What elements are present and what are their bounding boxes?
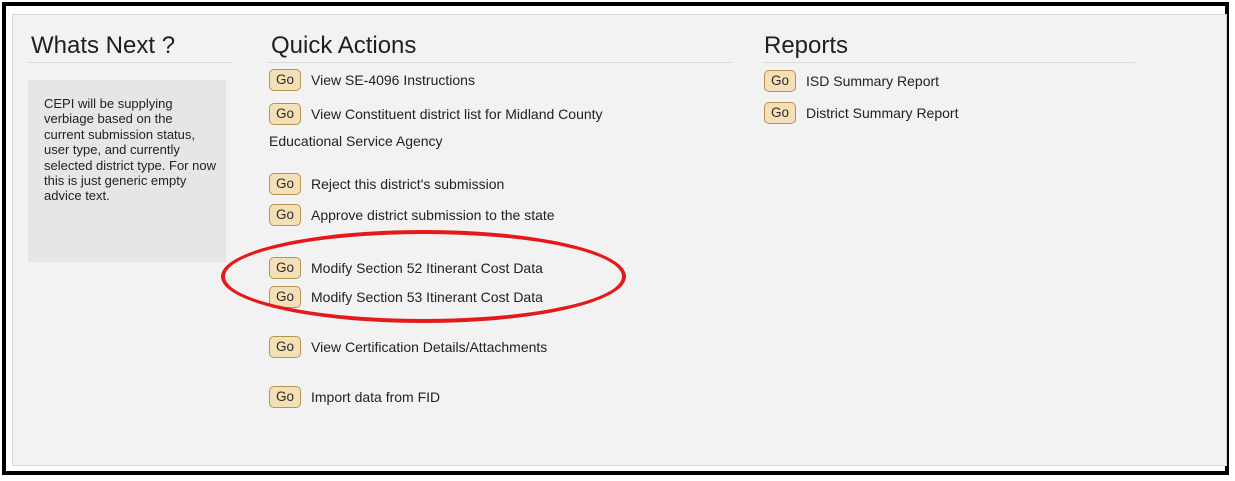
action-label[interactable]: View SE-4096 Instructions <box>311 72 475 88</box>
report-label[interactable]: ISD Summary Report <box>806 73 939 89</box>
go-button[interactable]: Go <box>764 70 796 92</box>
action-modify-section-52: Go Modify Section 52 Itinerant Cost Data <box>269 257 543 279</box>
go-button[interactable]: Go <box>269 204 301 226</box>
action-modify-section-53: Go Modify Section 53 Itinerant Cost Data <box>269 286 543 308</box>
report-isd-summary: Go ISD Summary Report <box>764 70 939 92</box>
action-view-se4096-instructions: Go View SE-4096 Instructions <box>269 69 475 91</box>
action-label[interactable]: Reject this district's submission <box>311 176 504 192</box>
action-label[interactable]: Modify Section 52 Itinerant Cost Data <box>311 260 543 276</box>
report-district-summary: Go District Summary Report <box>764 102 958 124</box>
go-button[interactable]: Go <box>764 102 796 124</box>
reports-heading: Reports <box>764 32 849 59</box>
advice-box: CEPI will be supplying verbiage based on… <box>28 80 226 262</box>
go-button[interactable]: Go <box>269 386 301 408</box>
action-reject-submission: Go Reject this district's submission <box>269 173 504 195</box>
action-label-continuation[interactable]: Educational Service Agency <box>269 133 443 149</box>
action-label[interactable]: Modify Section 53 Itinerant Cost Data <box>311 289 543 305</box>
go-button[interactable]: Go <box>269 103 301 125</box>
go-button[interactable]: Go <box>269 69 301 91</box>
go-button[interactable]: Go <box>269 173 301 195</box>
action-label[interactable]: Approve district submission to the state <box>311 207 555 223</box>
report-label[interactable]: District Summary Report <box>806 105 958 121</box>
action-approve-submission: Go Approve district submission to the st… <box>269 204 555 226</box>
action-label[interactable]: Import data from FID <box>311 389 440 405</box>
action-label[interactable]: View Certification Details/Attachments <box>311 339 547 355</box>
action-view-certification-details: Go View Certification Details/Attachment… <box>269 336 547 358</box>
action-label[interactable]: View Constituent district list for Midla… <box>311 106 603 122</box>
action-view-constituent-district-list: Go View Constituent district list for Mi… <box>269 103 603 125</box>
quick-actions-heading: Quick Actions <box>271 32 417 59</box>
go-button[interactable]: Go <box>269 286 301 308</box>
go-button[interactable]: Go <box>269 336 301 358</box>
action-import-data-from-fid: Go Import data from FID <box>269 386 440 408</box>
go-button[interactable]: Go <box>269 257 301 279</box>
reports-divider <box>762 62 1135 63</box>
quick-actions-divider <box>268 62 733 63</box>
whats-next-heading: Whats Next ? <box>31 32 176 59</box>
whats-next-divider <box>28 62 233 63</box>
